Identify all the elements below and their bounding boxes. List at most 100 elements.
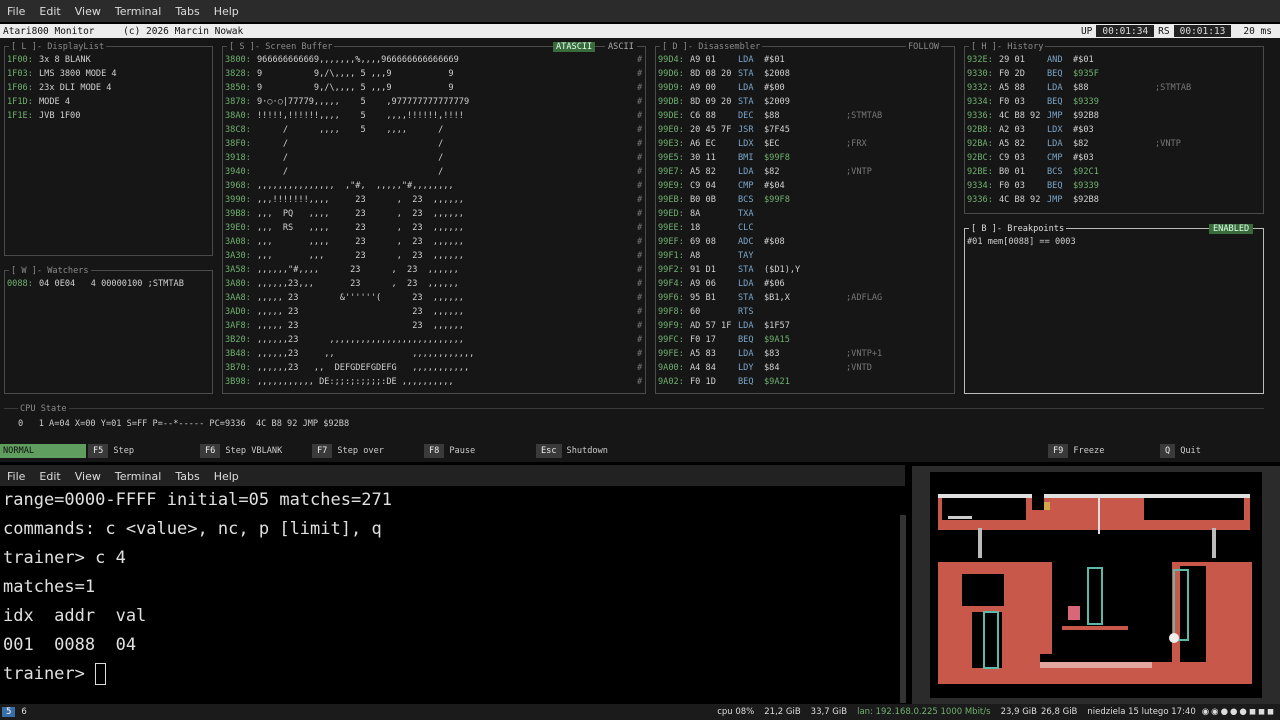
row-mnemonic: BEQ (1047, 69, 1063, 79)
row-mnemonic: JMP (1047, 111, 1063, 121)
row-edge-marker: # (637, 349, 643, 359)
row-operand: $99F8 (764, 153, 790, 163)
row-comment: ;FRX (846, 139, 867, 149)
row-address: 9A02: (658, 377, 684, 387)
disk-usage-2: 26,8 GiB (1040, 707, 1078, 717)
workspace-5[interactable]: 5 (2, 707, 16, 717)
trainer-line: trainer> (0, 660, 905, 689)
row-address: 38A0: (225, 111, 251, 121)
row-value: ,,,,, 23 23 ,,,,,, (257, 307, 464, 317)
row-bytes: B0 01 (999, 167, 1025, 177)
function-key-bar: NORMAL F5 Step F6 Step VBLANK F7 Step over … (0, 444, 1280, 458)
breakpoint-row[interactable]: #01 mem[0088] == 0003 (967, 235, 1076, 249)
breakpoints-panel[interactable]: [ B ]- Breakpoints ENABLED #01 mem[0088]… (964, 224, 1264, 394)
row-address: 92BA: (967, 139, 993, 149)
breakpoints-status[interactable]: ENABLED (1209, 224, 1254, 234)
key-shutdown[interactable]: Esc Shutdown (536, 444, 608, 458)
tab-atascii[interactable]: ATASCII (553, 42, 596, 52)
emulator-game-view[interactable] (912, 466, 1280, 704)
menu-edit[interactable]: Edit (32, 470, 67, 483)
menu-tabs[interactable]: Tabs (168, 470, 206, 483)
frame-time: 20 ms (1243, 25, 1272, 37)
trainer-scrollbar[interactable] (900, 515, 906, 703)
cpu-state-title: CPU State (18, 404, 69, 414)
row-value: MODE 4 (39, 97, 71, 107)
row-address: 99F4: (658, 279, 684, 289)
row-mnemonic: LDA (738, 321, 754, 331)
row-address: 3B20: (225, 335, 251, 345)
trainer-line: trainer> c 4 (0, 544, 905, 573)
row-address: 3AA8: (225, 293, 251, 303)
row-mnemonic: TXA (738, 209, 754, 219)
row-mnemonic: DEC (738, 111, 754, 121)
terminal-cursor (95, 663, 107, 685)
row-value: LMS 3800 MODE 4 (39, 69, 117, 79)
row-address: 99F9: (658, 321, 684, 331)
tray-icons[interactable]: ◉◉●●●◼◼◼ (1202, 707, 1280, 717)
key-quit[interactable]: Q Quit (1160, 444, 1201, 458)
disassembler-title: [ D ]- Disassembler (660, 42, 763, 52)
row-bytes: A8 (690, 251, 701, 261)
row-value: ,,,,,,23 ,, DEFGDEFGDEFG ,,,,,,,,,,, (257, 363, 470, 373)
row-comment: ;STMTAB (1155, 83, 1192, 93)
key-freeze[interactable]: F9 Freeze (1048, 444, 1104, 458)
breakpoints-title: [ B ]- Breakpoints (969, 224, 1067, 234)
history-title: [ H ]- History (969, 42, 1046, 52)
row-address: 99E7: (658, 167, 684, 177)
row-bytes: F0 1D (690, 377, 716, 387)
uptime-label: UP (1080, 25, 1093, 37)
row-address: 3A58: (225, 265, 251, 275)
history-panel[interactable]: [ H ]- History 932E: 29 01 AND #$01 9330: F0 … (964, 42, 1264, 214)
menu-help[interactable]: Help (207, 5, 246, 18)
menu-terminal[interactable]: Terminal (108, 5, 169, 18)
row-operand: #$00 (764, 83, 785, 93)
trainer-line: range=0000-FFFF initial=05 matches=271 (0, 486, 905, 515)
row-comment: ;VNTP+1 (846, 349, 883, 359)
key-step-over[interactable]: F7 Step over (312, 444, 384, 458)
trainer-terminal[interactable]: range=0000-FFFF initial=05 matches=271 co… (0, 486, 905, 704)
row-edge-marker: # (637, 377, 643, 387)
menu-view[interactable]: View (68, 5, 108, 18)
disassembler-panel[interactable]: [ D ]- Disassembler FOLLOW 99D4: A9 01 LDA… (655, 42, 955, 394)
follow-toggle[interactable]: FOLLOW (906, 42, 942, 52)
row-bytes: 8A (690, 209, 701, 219)
menu-terminal[interactable]: Terminal (108, 470, 169, 483)
row-mnemonic: CLC (738, 223, 754, 233)
displaylist-title: [ L ]- DisplayList (9, 42, 107, 52)
row-address: 92BE: (967, 167, 993, 177)
menu-tabs[interactable]: Tabs (168, 5, 206, 18)
clock[interactable]: niedziela 15 lutego 17:40 (1087, 707, 1201, 717)
row-operand: #$03 (1073, 125, 1094, 135)
watchers-panel[interactable]: [ W ]- Watchers 0088: 04 0E04 4 00000100 … (4, 266, 213, 394)
row-address: 3940: (225, 167, 251, 177)
row-value: / / (257, 167, 444, 177)
key-pause[interactable]: F8 Pause (424, 444, 475, 458)
row-address: 99E0: (658, 125, 684, 135)
menu-help[interactable]: Help (207, 470, 246, 483)
row-bytes: 60 (690, 307, 701, 317)
row-bytes: A9 01 (690, 55, 716, 65)
row-address: 1F00: (7, 55, 33, 65)
screen-buffer-panel[interactable]: [ S ]- Screen Buffer ATASCII ASCII 3800:… (222, 42, 646, 394)
workspace-6[interactable]: 6 (15, 707, 32, 717)
row-address: 3990: (225, 195, 251, 205)
row-address: 3800: (225, 55, 251, 65)
row-address: 99E5: (658, 153, 684, 163)
row-mnemonic: BCS (738, 195, 754, 205)
menu-view[interactable]: View (68, 470, 108, 483)
menu-file[interactable]: File (0, 470, 32, 483)
rs-label: RS (1158, 25, 1170, 37)
row-edge-marker: # (637, 223, 643, 233)
row-bytes: F0 03 (999, 181, 1025, 191)
row-mnemonic: BCS (1047, 167, 1063, 177)
tab-ascii[interactable]: ASCII (605, 42, 637, 52)
key-step-vblank[interactable]: F6 Step VBLANK (200, 444, 282, 458)
key-step[interactable]: F5 Step (88, 444, 134, 458)
menu-edit[interactable]: Edit (32, 5, 67, 18)
row-address: 0088: (7, 279, 33, 289)
displaylist-panel[interactable]: [ L ]- DisplayList 1F00: 3x 8 BLANK 1F03: L… (4, 42, 213, 256)
menu-file[interactable]: File (0, 5, 32, 18)
trainer-text: trainer> (3, 664, 96, 684)
row-bytes: 91 D1 (690, 265, 716, 275)
trainer-text: trainer> c 4 (3, 548, 126, 568)
